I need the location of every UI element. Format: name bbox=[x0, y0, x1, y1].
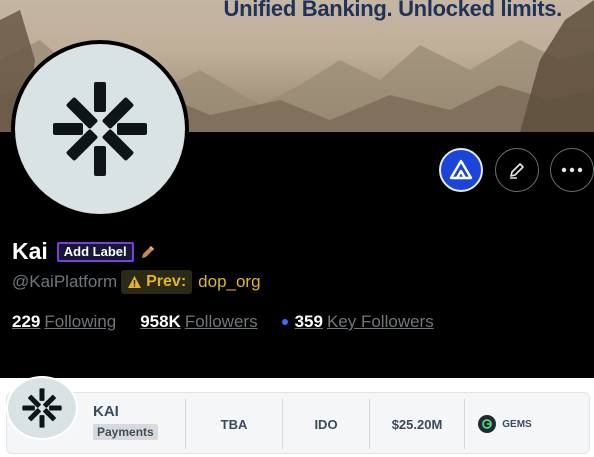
project-card[interactable]: KAI Payments TBA IDO $25.20M GEMS bbox=[6, 392, 590, 454]
profile-avatar[interactable] bbox=[11, 40, 189, 218]
kai-logo-icon bbox=[22, 388, 62, 428]
project-raise: $25.20M bbox=[391, 416, 443, 432]
previous-handle-label: Prev: bbox=[146, 273, 187, 290]
warning-icon bbox=[128, 276, 142, 288]
previous-handle-value[interactable]: dop_org bbox=[198, 272, 260, 292]
project-source[interactable]: GEMS bbox=[465, 393, 545, 455]
brand-app-button[interactable] bbox=[439, 148, 483, 192]
project-identity: KAI Payments bbox=[93, 403, 158, 441]
edit-profile-button[interactable] bbox=[495, 148, 539, 192]
profile-handle: @KaiPlatform bbox=[12, 272, 118, 291]
following-link[interactable]: 229 Following bbox=[12, 312, 116, 332]
triangle-logo-icon bbox=[449, 159, 473, 180]
label-edit-button[interactable] bbox=[140, 244, 156, 260]
followers-count: 958K bbox=[140, 312, 181, 331]
key-followers-dot bbox=[281, 319, 288, 325]
add-label-button[interactable]: Add Label bbox=[56, 241, 134, 262]
stats-row: 229 Following 958K Followers 359 Key Fol… bbox=[12, 312, 434, 332]
gems-logo-icon bbox=[478, 415, 497, 433]
key-followers-link[interactable]: 359 Key Followers bbox=[281, 312, 434, 332]
more-options-button[interactable] bbox=[550, 148, 594, 192]
followers-link[interactable]: 958K Followers bbox=[140, 312, 257, 332]
banner-tagline: Unified Banking. Unlocked limits. bbox=[223, 0, 563, 21]
following-label: Following bbox=[44, 312, 117, 331]
avatar-logo bbox=[15, 44, 185, 214]
pencil-icon bbox=[510, 163, 524, 179]
more-dots-icon bbox=[561, 167, 583, 173]
display-name: Kai bbox=[12, 238, 48, 264]
name-row: Kai Add Label bbox=[12, 238, 156, 265]
kai-logo-icon bbox=[53, 82, 147, 176]
project-logo bbox=[6, 376, 78, 440]
project-category: Payments bbox=[93, 424, 158, 440]
followers-label: Followers bbox=[184, 312, 258, 331]
handle-row: @KaiPlatform Prev: dop_org bbox=[12, 270, 261, 294]
following-count: 229 bbox=[12, 312, 41, 331]
project-card-area: KAI Payments TBA IDO $25.20M GEMS bbox=[0, 376, 594, 457]
project-name: KAI bbox=[93, 403, 119, 420]
previous-handle-badge: Prev: bbox=[121, 270, 193, 294]
pencil-icon bbox=[141, 245, 154, 258]
key-followers-label: Key Followers bbox=[326, 312, 434, 331]
project-sale-type: IDO bbox=[314, 416, 338, 432]
project-status: TBA bbox=[220, 416, 248, 432]
key-followers-count: 359 bbox=[294, 312, 323, 331]
project-source-label: GEMS bbox=[502, 418, 532, 430]
